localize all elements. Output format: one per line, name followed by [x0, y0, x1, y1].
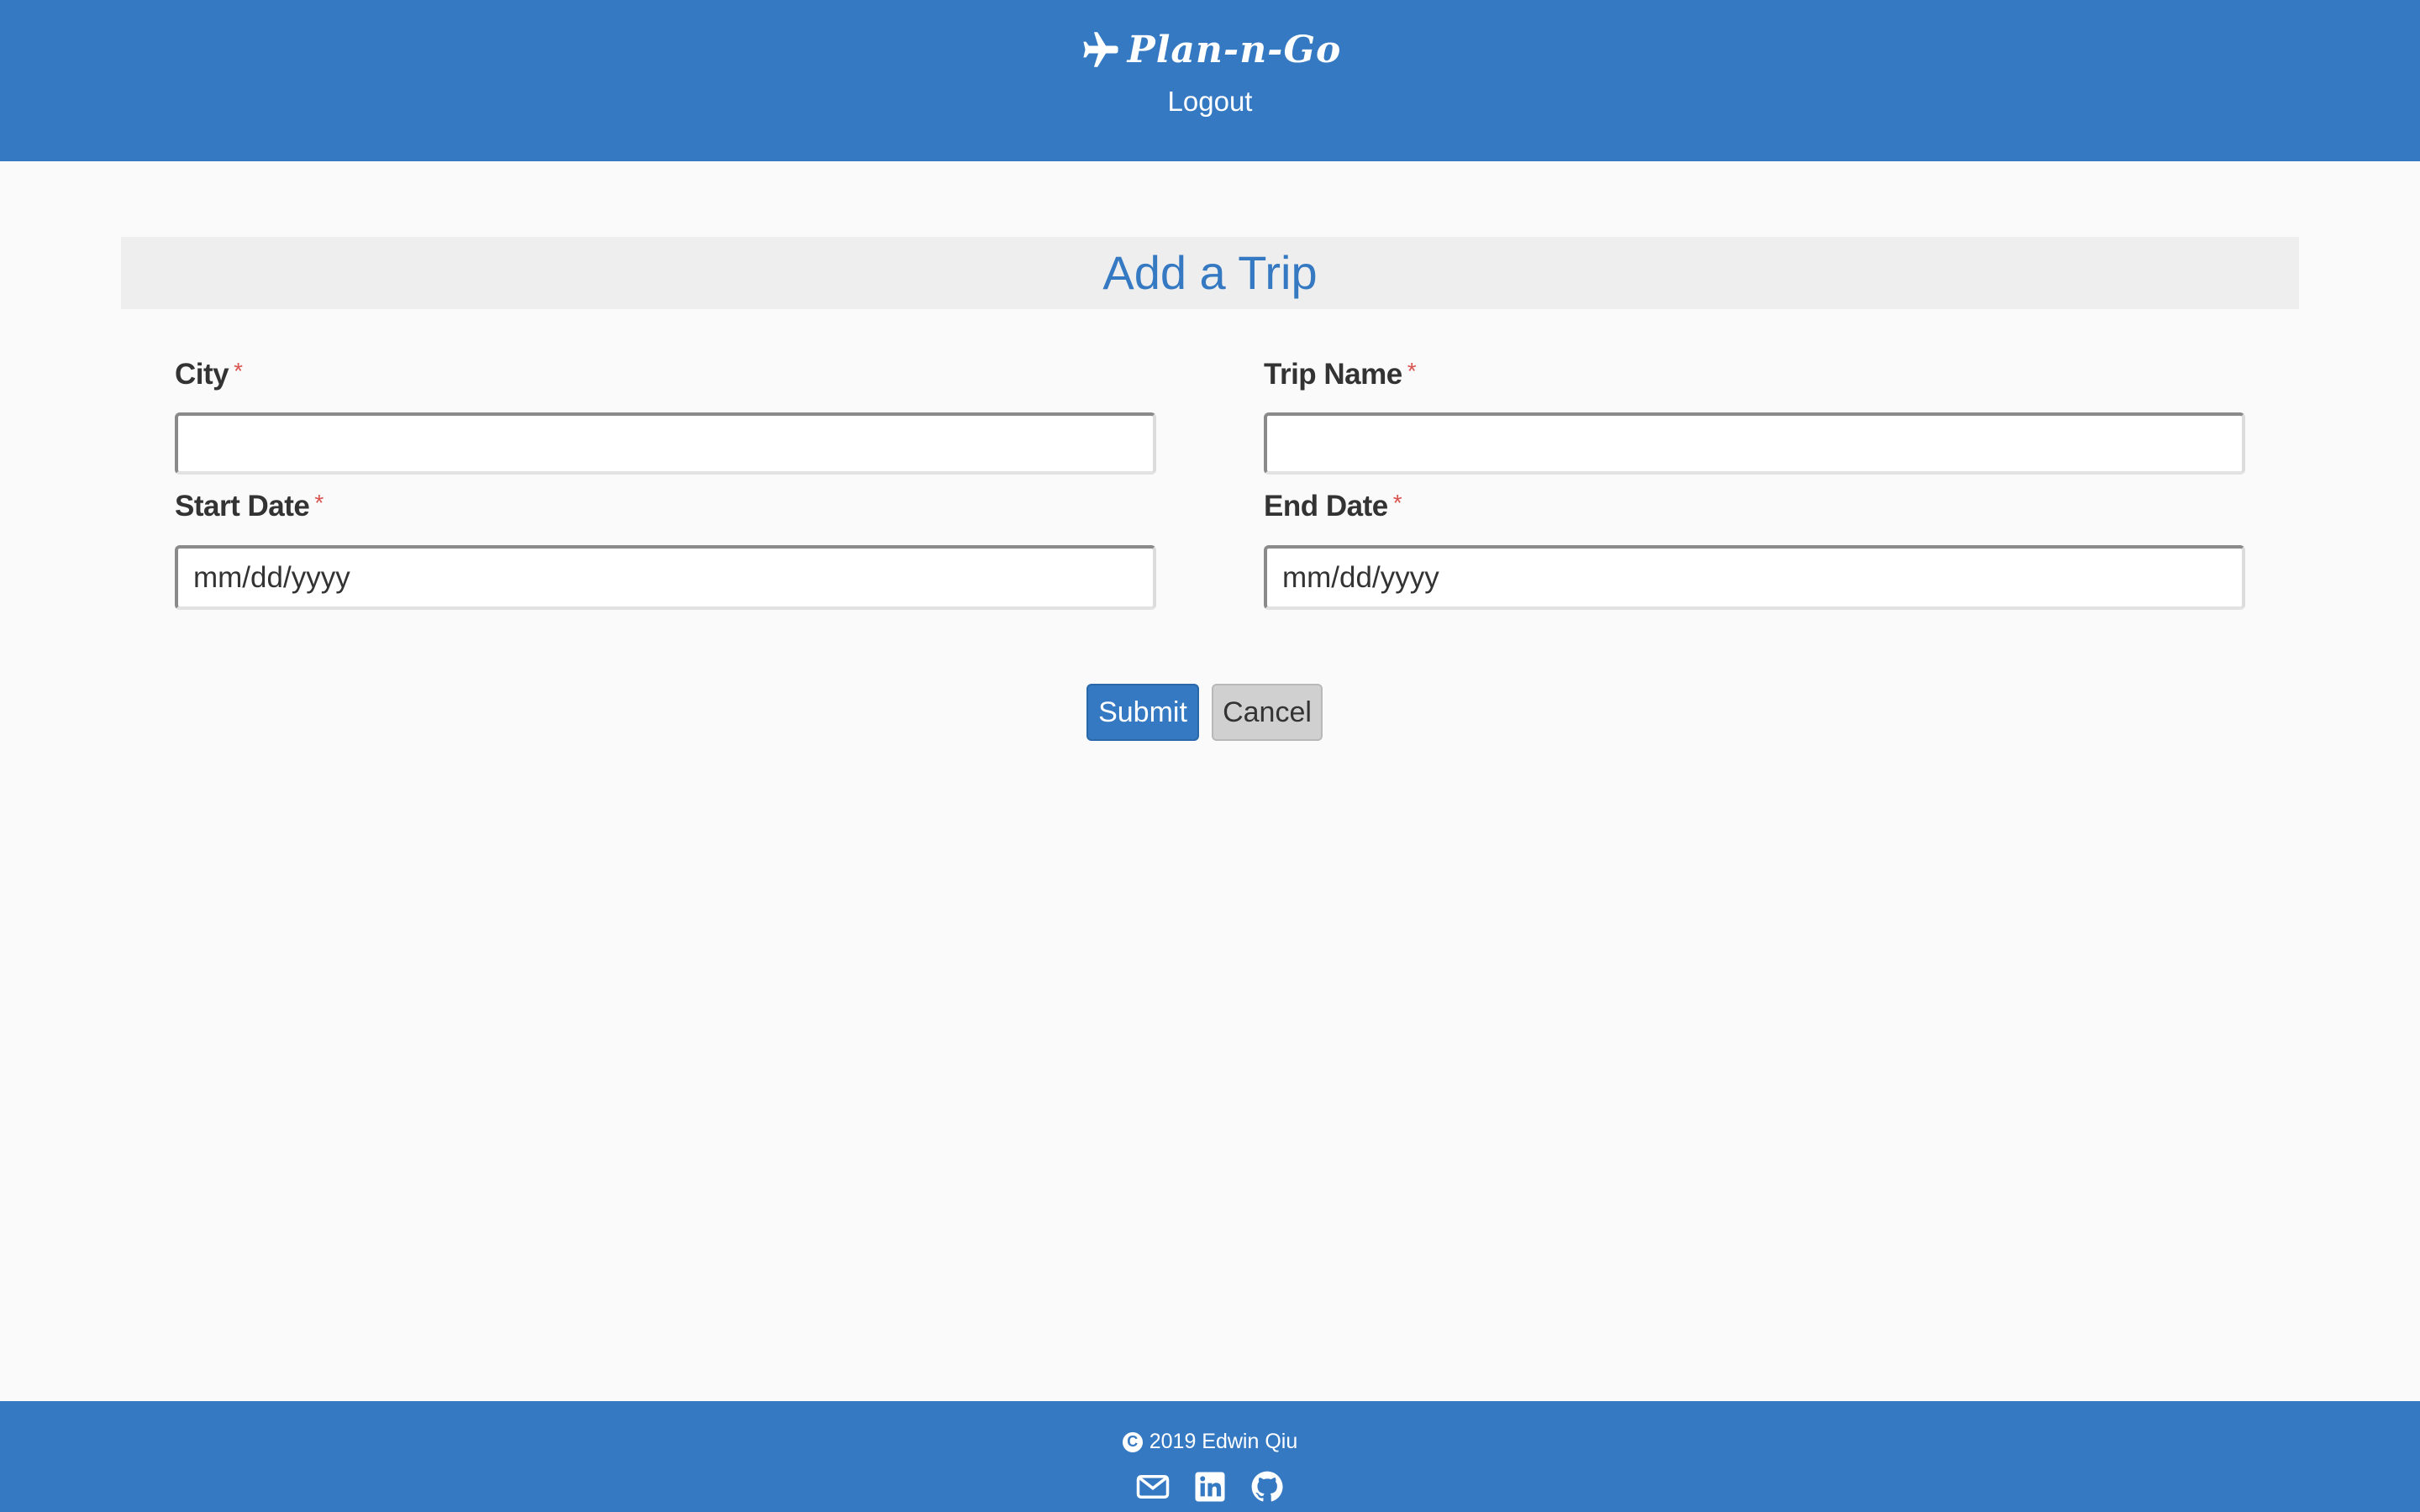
start-date-label: Start Date * — [175, 490, 324, 523]
required-marker: * — [1392, 490, 1402, 516]
linkedin-icon — [1195, 1472, 1225, 1502]
logout-link[interactable]: Logout — [1168, 86, 1253, 118]
github-link[interactable] — [1249, 1469, 1285, 1504]
trip-name-input[interactable] — [1264, 412, 2245, 475]
airplane-icon — [1083, 32, 1118, 67]
copyright-icon: C — [1122, 1431, 1143, 1452]
brand-name: Plan-n-Go — [1127, 28, 1342, 71]
site-footer: C 2019 Edwin Qiu — [0, 1401, 2420, 1512]
email-link[interactable] — [1135, 1469, 1171, 1504]
city-input[interactable] — [175, 412, 1156, 475]
end-date-label: End Date * — [1264, 490, 1402, 523]
end-date-input[interactable] — [1264, 545, 2245, 610]
brand-logo[interactable]: Plan-n-Go — [1079, 25, 1342, 74]
social-links — [1135, 1469, 1285, 1504]
site-header: Plan-n-Go Logout — [0, 0, 2420, 161]
city-label-text: City — [175, 358, 229, 391]
linkedin-link[interactable] — [1192, 1469, 1228, 1504]
trip-name-label-text: Trip Name — [1264, 358, 1402, 391]
trip-name-label: Trip Name * — [1264, 358, 1417, 391]
city-label: City * — [175, 358, 243, 391]
github-icon — [1251, 1471, 1283, 1502]
submit-button[interactable]: Submit — [1086, 684, 1199, 741]
email-icon — [1136, 1475, 1170, 1499]
required-marker: * — [1407, 358, 1417, 384]
cancel-button[interactable]: Cancel — [1212, 684, 1323, 741]
required-marker: * — [314, 490, 324, 516]
copyright: C 2019 Edwin Qiu — [1122, 1430, 1298, 1454]
start-date-input[interactable] — [175, 545, 1156, 610]
start-date-label-text: Start Date — [175, 490, 310, 522]
required-marker: * — [234, 358, 243, 384]
page-title: Add a Trip — [1102, 246, 1318, 299]
end-date-label-text: End Date — [1264, 490, 1388, 522]
form-title-bar: Add a Trip — [121, 237, 2299, 309]
copyright-text: 2019 Edwin Qiu — [1149, 1430, 1298, 1453]
